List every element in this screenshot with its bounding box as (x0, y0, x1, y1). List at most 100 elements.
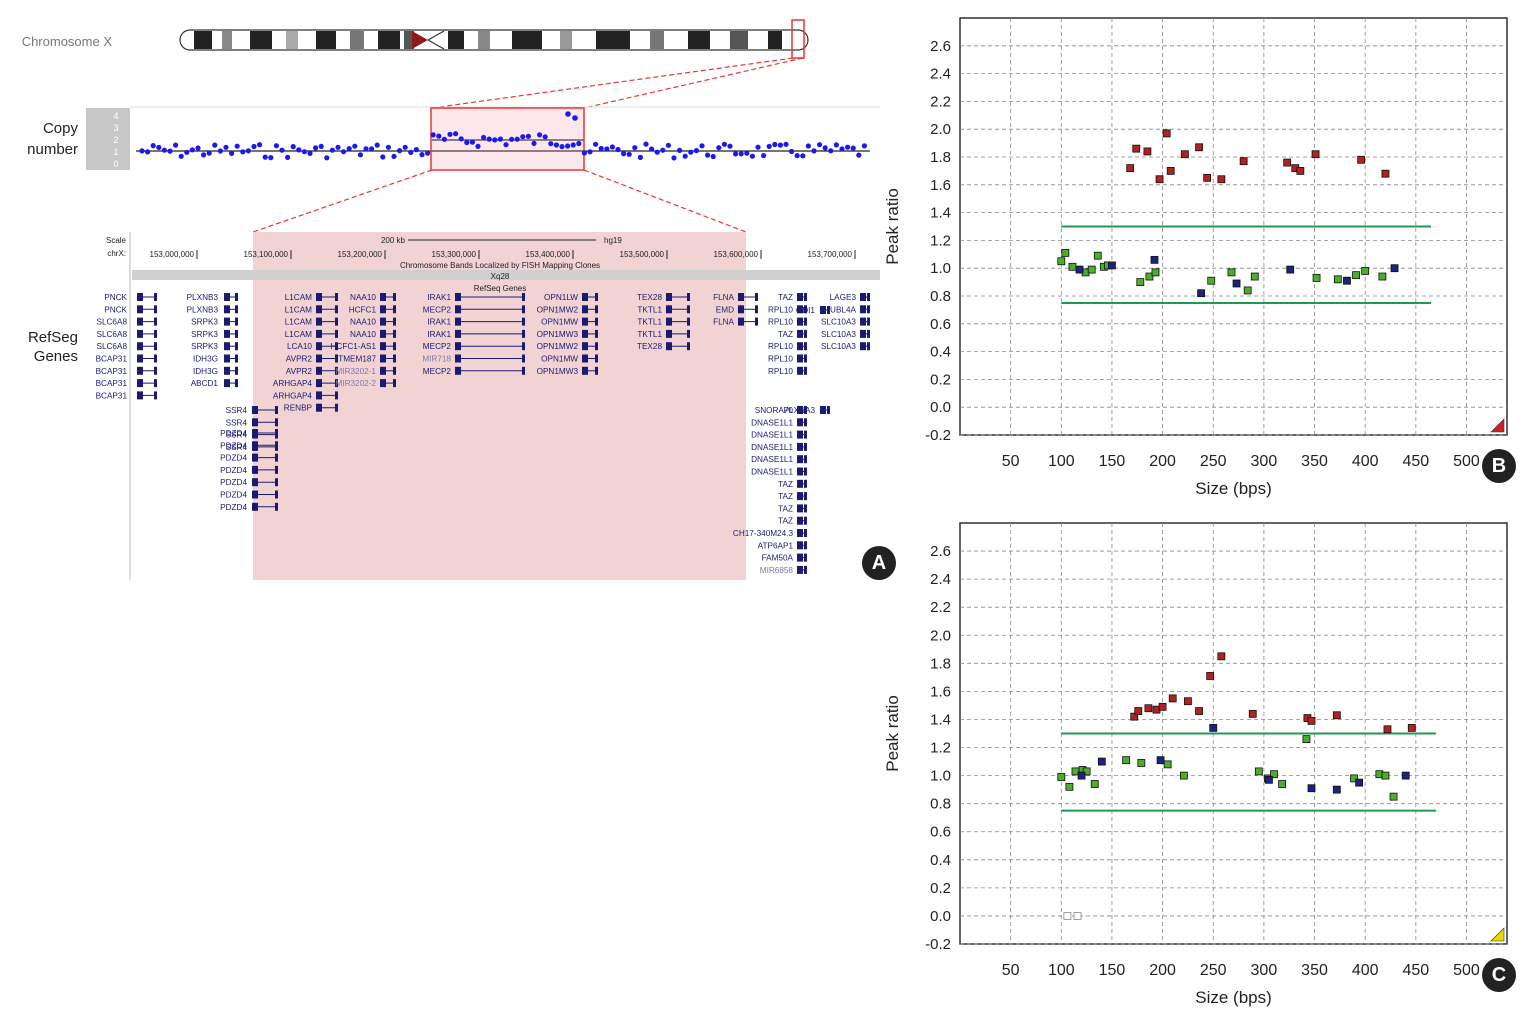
data-point-red (1248, 709, 1257, 718)
gene-exon-block (666, 342, 672, 351)
gene-label: SLC10A3 (821, 330, 856, 339)
gene-label: TAZ (778, 504, 793, 513)
gene-exon-block (797, 541, 803, 550)
x-tick-label: 250 (1200, 962, 1227, 979)
copy-number-probe (369, 146, 375, 152)
copy-number-probe (363, 146, 369, 152)
band-name: Xq28 (491, 272, 510, 281)
data-point-red (1217, 175, 1226, 184)
data-point-blue (1209, 723, 1218, 732)
data-point-green (1302, 735, 1311, 744)
copy-number-probe (794, 153, 800, 159)
x-tick-label: 250 (1200, 453, 1227, 470)
copy-number-probe (413, 147, 419, 153)
gene-label: ARHGAP4 (273, 391, 313, 400)
gene-exon-block (797, 504, 803, 513)
gene-exon-block (316, 305, 322, 314)
copy-number-probe (766, 143, 772, 149)
copy-number-probe (430, 132, 436, 138)
gene-label: SSR4 (226, 406, 248, 415)
gene-label: PDZD4 (220, 491, 247, 500)
gene-exon-block (393, 354, 396, 363)
gene-exon-block (738, 317, 744, 326)
chromosome-band (768, 31, 782, 49)
gene-exon-block (137, 317, 143, 326)
gene-label: L1CAM (285, 305, 312, 314)
gene-exon-block (797, 492, 803, 501)
zoom-line (431, 57, 794, 109)
gene-exon-block (335, 317, 338, 326)
gene-label: NAA10 (350, 293, 376, 302)
gene-label: TKTL1 (637, 330, 662, 339)
x-tick-label: 350 (1301, 453, 1328, 470)
copy-number-probe (626, 151, 632, 157)
y-tick-label: 2.2 (930, 599, 951, 616)
data-point-green (1361, 267, 1370, 275)
gene-exon-block (595, 329, 598, 338)
gene-exon-block (797, 442, 803, 451)
gene-label: IDH3G (193, 355, 218, 364)
gene-label: RPL10 (768, 367, 793, 376)
copy-number-probe (845, 144, 851, 150)
gene-label: DNASE1L1 (751, 455, 793, 464)
gene-exon-block (235, 317, 238, 326)
data-point-red (1195, 707, 1203, 715)
gene-exon-block (666, 293, 672, 301)
scale-value: 200 kb (381, 236, 406, 245)
copy-number-probe (156, 144, 162, 150)
data-point-blue (1197, 289, 1205, 298)
copy-number-probe (572, 115, 578, 121)
gene-exon-block (137, 366, 143, 375)
data-point-red (1143, 147, 1152, 156)
copy-number-probe (682, 153, 688, 159)
panel-a-badge: A (862, 546, 896, 580)
gene-exon-block (275, 502, 278, 511)
y-axis-label: Peak ratio (883, 188, 902, 265)
gene-label: FAM50A (762, 554, 794, 563)
copy-number-probe (290, 144, 296, 150)
gene-exon-block (154, 391, 157, 400)
copy-number-probe (777, 142, 784, 148)
chromosome-band (448, 31, 464, 49)
data-point-blue (1150, 255, 1159, 264)
data-point-green (1250, 272, 1259, 281)
copy-number-label: Copy (43, 120, 79, 137)
gene-exon-block (380, 329, 386, 338)
gene-exon-block (316, 354, 322, 363)
chromosome-band (316, 31, 336, 49)
copy-number-probe (240, 149, 246, 155)
gene-exon-block (224, 366, 230, 375)
gene-exon-block (154, 342, 157, 351)
data-point-blue (1265, 775, 1273, 784)
gene-label: MIR718 (422, 355, 451, 364)
copy-number-probe (811, 148, 817, 154)
gene-label: AVPR2 (286, 367, 313, 376)
gene-exon-block (666, 317, 672, 326)
copy-number-probe (229, 150, 235, 156)
gene-label: RPL10 (768, 342, 793, 351)
data-point-green (1087, 265, 1096, 274)
scale-label: Scale (106, 236, 127, 245)
gene-exon-block (804, 541, 807, 550)
gene-label: GDI1 (796, 306, 816, 315)
copy-number-tick: 1 (113, 147, 118, 157)
gene-label: TAZ (778, 293, 793, 302)
gene-exon-block (804, 342, 807, 351)
gene-exon-block (595, 342, 598, 351)
y-tick-label: 2.0 (930, 121, 951, 138)
copy-number-probe (380, 154, 386, 160)
copy-number-probe (677, 147, 683, 153)
copy-number-probe (593, 141, 599, 147)
copy-number-probe (649, 146, 655, 152)
panel-b-badge: B (1482, 449, 1516, 483)
y-tick-label: 0.6 (930, 824, 951, 841)
copy-number-probe (699, 143, 705, 149)
data-point-blue (1332, 785, 1341, 794)
gene-exon-block (137, 354, 143, 363)
x-tick-label: 300 (1251, 962, 1278, 979)
gene-label: DNASE1L1 (751, 431, 793, 440)
gene-exon-block (455, 305, 461, 314)
gene-exon-block (755, 293, 758, 301)
gene-exon-block (595, 366, 598, 375)
gene-exon-block (755, 305, 758, 314)
